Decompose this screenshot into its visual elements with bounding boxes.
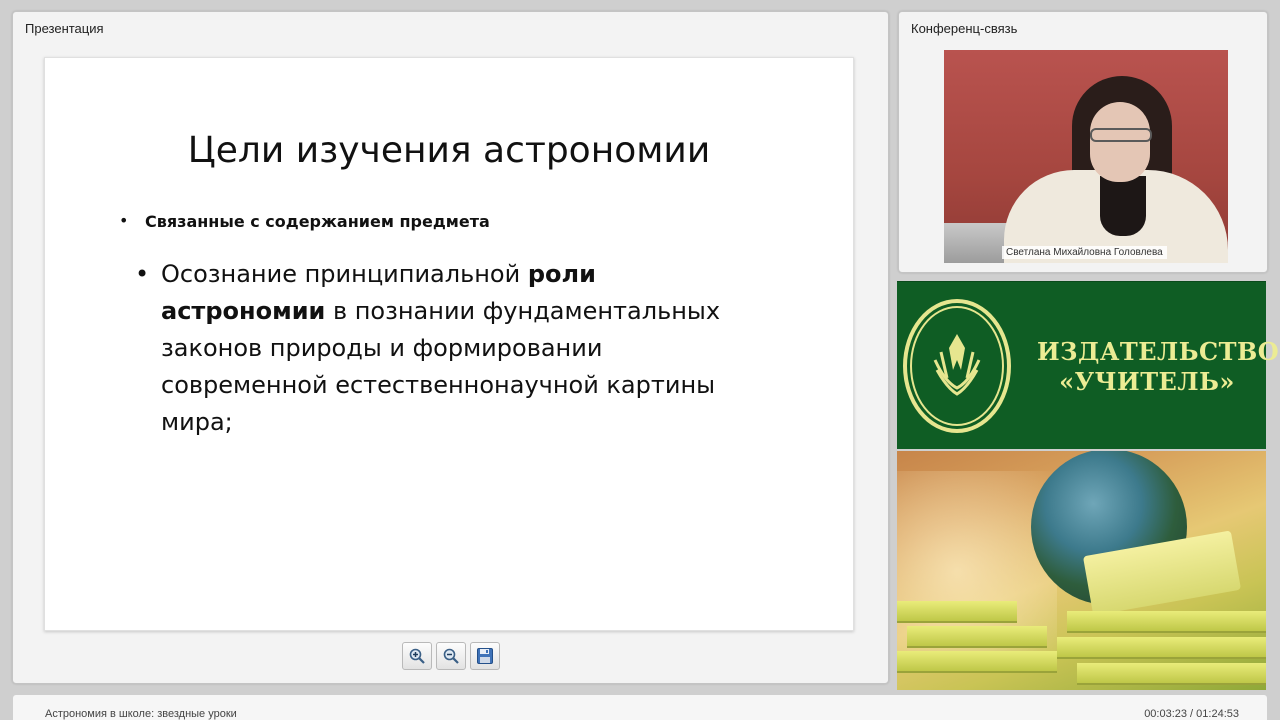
publisher-name: ИЗДАТЕЛЬСТВО «УЧИТЕЛЬ» [1037,337,1280,397]
bullet-text-start: Осознание принципиальной [161,260,528,288]
presentation-panel: Презентация Цели изучения астрономии • С… [12,11,889,684]
bullet-glyph: • [135,260,150,288]
slide-sub-bullet: • Связанные с содержанием предмета [119,211,490,231]
publisher-logo-icon [933,334,981,396]
book-stack-item [897,601,1017,623]
slide-title: Цели изучения астрономии [187,130,711,171]
participant-name-label: Светлана Михайловна Головлева [1002,246,1167,259]
conference-panel: Конференц-связь Светлана Михайловна Голо… [898,11,1268,273]
book-stack-item [907,626,1047,648]
speaker-face [1090,102,1150,182]
zoom-in-button[interactable] [402,642,432,670]
save-button[interactable] [470,642,500,670]
slide-toolbar [402,642,500,670]
speaker-glasses [1090,128,1152,142]
presentation-panel-title: Презентация [25,21,104,36]
playback-time: 00:03:23 / 01:24:53 [1144,708,1239,720]
slide: Цели изучения астрономии • Связанные с с… [44,57,854,631]
sub-bullet-text: Связанные с содержанием предмета [145,212,490,231]
book-stack-item [1077,663,1266,685]
slide-main-bullet: • Осознание принципиальной роли астроном… [135,256,761,441]
publisher-name-line1: ИЗДАТЕЛЬСТВО [1037,337,1280,366]
books-globe-image [897,451,1266,690]
video-feed: Светлана Михайловна Головлева [944,50,1228,263]
footer-bar: Астрономия в школе: звездные уроки 00:03… [12,694,1268,720]
publisher-name-line2: «УЧИТЕЛЬ» [1059,367,1235,396]
speaker-neck [1100,176,1146,236]
zoom-out-icon [443,648,459,664]
book-stack-item [1057,637,1266,659]
conference-panel-title: Конференц-связь [911,21,1018,36]
course-title: Астрономия в школе: звездные уроки [45,708,237,720]
zoom-in-icon [409,648,425,664]
book-stack-item [1067,611,1266,633]
zoom-out-button[interactable] [436,642,466,670]
save-icon [477,648,493,664]
book-stack-item [897,651,1057,673]
publisher-banner: ИЗДАТЕЛЬСТВО «УЧИТЕЛЬ» [897,281,1280,449]
bullet-glyph: • [119,211,129,230]
